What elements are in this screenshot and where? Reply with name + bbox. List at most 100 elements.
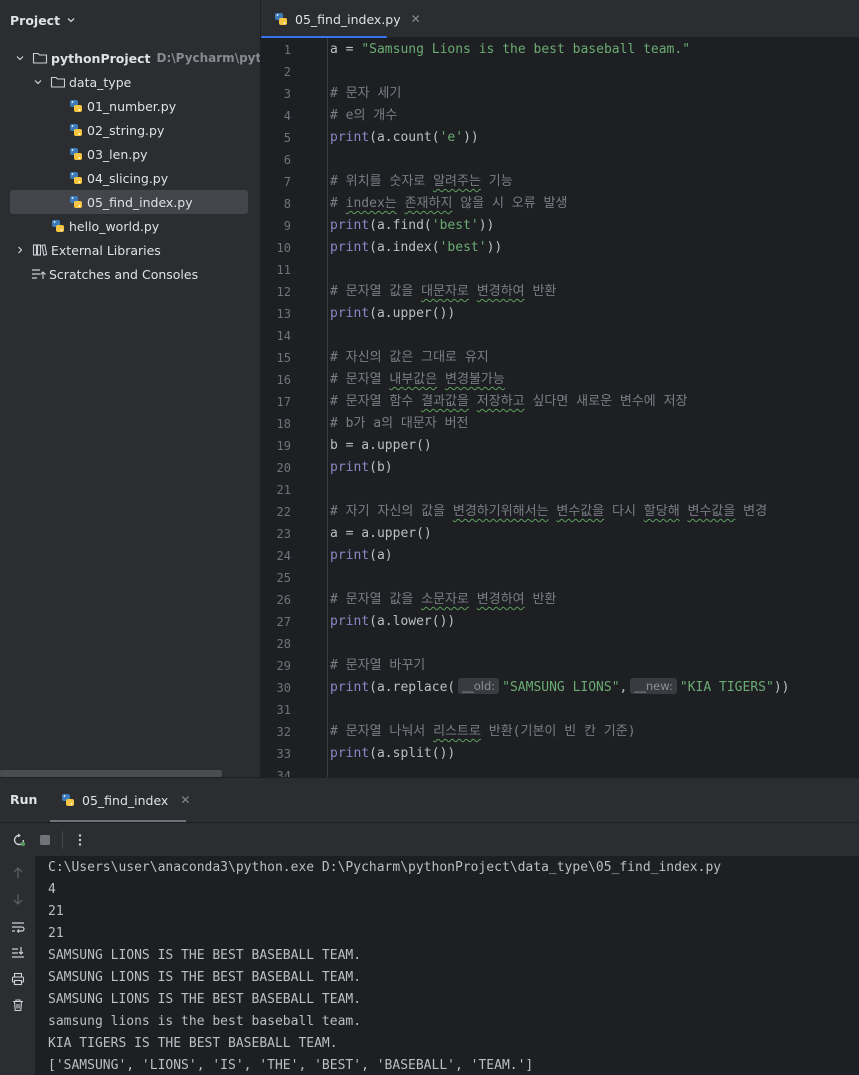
code-line[interactable]: # 문자 세기 — [330, 83, 401, 105]
chevron-down-icon[interactable] — [12, 53, 28, 63]
code-token: 존재하지 — [404, 196, 453, 211]
code-line[interactable]: print(a.upper()) — [330, 303, 455, 325]
tree-item-label: 05_find_index.py — [87, 194, 193, 210]
code-token: )) — [463, 130, 479, 145]
code-token: "KIA TIGERS" — [679, 680, 774, 695]
chevron-down-icon[interactable] — [66, 15, 76, 25]
tree-item-data-type[interactable]: data_type — [30, 70, 131, 94]
tree-item-external-libraries[interactable]: External Libraries — [12, 238, 161, 262]
tree-item-hello-world-py[interactable]: hello_world.py — [50, 214, 159, 238]
print-icon[interactable] — [7, 968, 29, 990]
code-line[interactable]: a = a.upper() — [330, 523, 432, 545]
tree-item-pythonproject[interactable]: pythonProject D:\Pycharm\pythonProject — [12, 46, 260, 70]
line-number: 15 — [276, 351, 291, 365]
python-file-icon — [273, 11, 289, 27]
code-line[interactable]: a = "Samsung Lions is the best baseball … — [330, 39, 690, 61]
run-tab[interactable]: 05_find_index ✕ — [50, 778, 190, 822]
code-token: print — [330, 746, 370, 761]
code-line[interactable]: # 문자열 값을 대문자로 변경하여 반환 — [330, 281, 556, 303]
code-editor[interactable]: 1 2 3 4 5 6 7 8 9 10 11 12 13 14 15 16 17 18 19 20 21 22 23 24 2… — [261, 38, 859, 777]
line-number: 13 — [276, 307, 291, 321]
code-token: 소문자로 — [421, 592, 469, 607]
tree-item-04-slicing-py[interactable]: 04_slicing.py — [68, 166, 168, 190]
code-token: print — [330, 680, 370, 695]
code-line[interactable]: print(a.lower()) — [330, 611, 455, 633]
code-line[interactable]: # 문자열 값을 소문자로 변경하여 반환 — [330, 589, 556, 611]
code-line[interactable]: # b가 a의 대문자 버전 — [330, 413, 469, 435]
console-output[interactable]: C:\Users\user\anaconda3\python.exe D:\Py… — [36, 856, 859, 1075]
tree-item-label: pythonProject — [51, 50, 151, 66]
code-token: 'e' — [439, 130, 464, 145]
code-token: # 문자열 바꾸기 — [330, 658, 426, 673]
code-token: 변경하기위해서는 — [452, 504, 549, 519]
trash-icon[interactable] — [7, 994, 29, 1016]
code-line[interactable]: print(a.split()) — [330, 743, 455, 765]
line-number: 8 — [283, 197, 291, 211]
code-line[interactable]: # 자신의 값은 그대로 유지 — [330, 347, 489, 369]
code-token: "Samsung Lions is the best baseball team… — [361, 42, 691, 57]
close-icon[interactable]: ✕ — [411, 12, 421, 26]
chevron-right-icon[interactable] — [12, 245, 28, 255]
chevron-down-icon[interactable] — [30, 77, 46, 87]
code-token: print — [330, 460, 370, 475]
code-token: # 문자열 함수 — [330, 394, 422, 409]
tree-item-05-find-index-py[interactable]: 05_find_index.py — [68, 190, 193, 214]
code-line[interactable]: print(a.count('e')) — [330, 127, 479, 149]
code-token: 변수값을 — [556, 504, 605, 519]
tree-item-01-number-py[interactable]: 01_number.py — [68, 94, 176, 118]
code-line[interactable]: b = a.upper() — [330, 435, 432, 457]
arrow-down-icon[interactable] — [7, 888, 29, 910]
code-token: 내부값은 — [389, 372, 438, 387]
code-line[interactable]: print(a.index('best')) — [330, 237, 502, 259]
tree-item-label: 03_len.py — [87, 146, 148, 162]
tree-item-03-len-py[interactable]: 03_len.py — [68, 142, 148, 166]
code-line[interactable]: print(a.replace(__old: "SAMSUNG LIONS", __… — [330, 677, 789, 699]
code-area[interactable]: a = "Samsung Lions is the best baseball … — [330, 38, 859, 777]
code-line[interactable]: # 문자열 함수 결과값을 저장하고 싶다면 새로운 변수에 저장 — [330, 391, 688, 413]
stop-icon[interactable] — [34, 829, 56, 851]
code-line[interactable]: # 자기 자신의 값을 변경하기위해서는 변수값을 다시 할당해 변수값을 변경 — [330, 501, 767, 523]
code-line[interactable]: print(b) — [330, 457, 393, 479]
code-token: index는 — [345, 196, 397, 211]
tree-item-scratches-and-consoles[interactable]: Scratches and Consoles — [30, 262, 198, 286]
code-line[interactable]: # index는 존재하지 않을 시 오류 발생 — [330, 193, 567, 215]
soft-wrap-icon[interactable] — [7, 916, 29, 938]
tree-item-label: External Libraries — [51, 242, 161, 258]
project-panel-header[interactable]: Project — [0, 0, 260, 40]
arrow-up-icon[interactable] — [7, 862, 29, 884]
code-line[interactable]: # 위치를 숫자로 알려주는 기능 — [330, 171, 513, 193]
code-line[interactable]: # 문자열 나눠서 리스트로 반환(기본이 빈 칸 기준) — [330, 721, 636, 743]
tree-item-02-string-py[interactable]: 02_string.py — [68, 118, 164, 142]
code-line[interactable]: # e의 개수 — [330, 105, 397, 127]
rerun-icon[interactable] — [8, 829, 30, 851]
code-token: 반환(기본이 빈 칸 기준) — [480, 724, 636, 739]
code-token: 반환 — [524, 284, 557, 299]
console-line: SAMSUNG LIONS IS THE BEST BASEBALL TEAM. — [48, 948, 362, 963]
editor-tab-active[interactable]: 05_find_index.py ✕ — [261, 0, 421, 39]
code-token: # 위치를 숫자로 — [330, 174, 434, 189]
scroll-to-end-icon[interactable] — [7, 942, 29, 964]
line-number: 23 — [276, 527, 291, 541]
code-line[interactable]: print(a.find('best')) — [330, 215, 494, 237]
code-token: # 자신의 값은 그대로 유지 — [330, 350, 489, 365]
console-line: samsung lions is the best baseball team. — [48, 1014, 362, 1029]
project-horizontal-scrollbar[interactable] — [0, 770, 222, 777]
python-file-icon — [60, 792, 76, 808]
line-number: 25 — [276, 571, 291, 585]
code-token: 기능 — [480, 174, 513, 189]
line-number: 34 — [276, 769, 291, 777]
code-token: # 문자열 값을 — [330, 592, 422, 607]
close-icon[interactable]: ✕ — [180, 793, 190, 807]
line-number: 9 — [283, 219, 291, 233]
line-number: 31 — [276, 703, 291, 717]
line-number: 16 — [276, 373, 291, 387]
code-line[interactable]: # 문자열 내부값은 변경불가능 — [330, 369, 505, 391]
code-token: )) — [773, 680, 790, 695]
more-vertical-icon[interactable] — [69, 829, 91, 851]
code-line[interactable]: # 문자열 바꾸기 — [330, 655, 425, 677]
line-number: 27 — [276, 615, 291, 629]
scratches-icon — [30, 266, 46, 282]
code-line[interactable]: print(a) — [330, 545, 393, 567]
